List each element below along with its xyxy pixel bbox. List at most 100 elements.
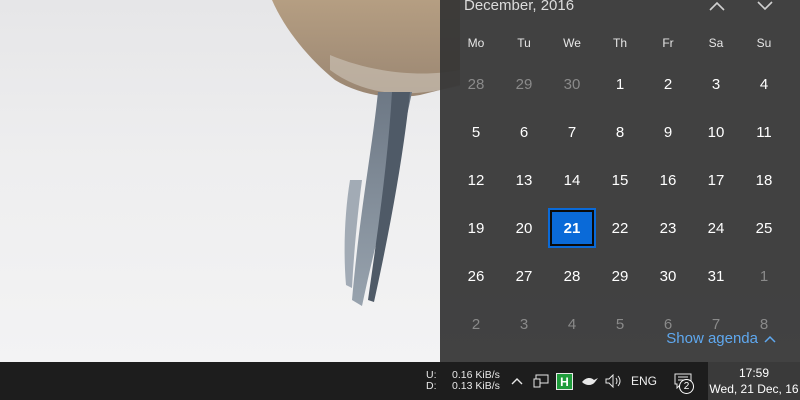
calendar-day-number: 13 xyxy=(515,171,533,189)
calendar-day-number: 4 xyxy=(567,315,577,333)
calendar-day-number: 2 xyxy=(471,315,481,333)
bird-app-icon[interactable] xyxy=(580,372,600,390)
calendar-day-number: 5 xyxy=(615,315,625,333)
calendar-day-number: 6 xyxy=(519,123,529,141)
calendar-day-number: 1 xyxy=(759,267,769,285)
calendar-day-number: 23 xyxy=(659,219,677,237)
calendar-day-number: 12 xyxy=(467,171,485,189)
calendar-day-number: 9 xyxy=(663,123,673,141)
show-agenda-link[interactable]: Show agenda xyxy=(666,330,776,347)
calendar-day-number: 10 xyxy=(707,123,725,141)
calendar-day[interactable]: 30 xyxy=(548,60,596,108)
calendar-day-number: 29 xyxy=(515,75,533,93)
weekday-label: Su xyxy=(756,36,772,50)
bird-wallpaper-image xyxy=(272,0,460,306)
weekday-header-row: Mo Tu We Th Fr Sa Su xyxy=(452,36,788,56)
calendar-day-number: 15 xyxy=(611,171,629,189)
calendar-day[interactable]: 8 xyxy=(596,108,644,156)
calendar-day[interactable]: 17 xyxy=(692,156,740,204)
calendar-day[interactable]: 6 xyxy=(500,108,548,156)
calendar-day[interactable]: 5 xyxy=(596,300,644,348)
volume-icon[interactable] xyxy=(604,372,624,390)
taskbar: U: 0.16 KiB/s D: 0.13 KiB/s H ENG 2 17:5… xyxy=(0,362,800,400)
calendar-day[interactable]: 30 xyxy=(644,252,692,300)
network-icon[interactable] xyxy=(532,372,550,390)
show-agenda-label: Show agenda xyxy=(666,330,758,347)
calendar-day[interactable]: 14 xyxy=(548,156,596,204)
calendar-day-number: 21 xyxy=(548,208,596,248)
calendar-day[interactable]: 4 xyxy=(548,300,596,348)
download-label: D: xyxy=(426,380,437,392)
calendar-day-number: 29 xyxy=(611,267,629,285)
calendar-day-number: 7 xyxy=(567,123,577,141)
calendar-day[interactable]: 5 xyxy=(452,108,500,156)
hardware-monitor-icon[interactable]: H xyxy=(556,373,573,390)
calendar-day[interactable]: 31 xyxy=(692,252,740,300)
weekday-label: Tu xyxy=(517,36,531,50)
calendar-day[interactable]: 16 xyxy=(644,156,692,204)
download-speed: 0.13 KiB/s xyxy=(452,380,500,392)
calendar-day[interactable]: 18 xyxy=(740,156,788,204)
calendar-day[interactable]: 29 xyxy=(596,252,644,300)
calendar-day-number: 11 xyxy=(756,123,772,141)
calendar-day[interactable]: 7 xyxy=(548,108,596,156)
chevron-up-icon xyxy=(709,1,725,11)
calendar-day-number: 28 xyxy=(563,267,581,285)
calendar-day-today[interactable]: 21 xyxy=(548,204,596,252)
calendar-day[interactable]: 27 xyxy=(500,252,548,300)
calendar-day[interactable]: 22 xyxy=(596,204,644,252)
calendar-day[interactable]: 13 xyxy=(500,156,548,204)
calendar-day[interactable]: 15 xyxy=(596,156,644,204)
clock-date: Wed, 21 Dec, 16 xyxy=(709,382,799,396)
calendar-flyout: December, 2016 Mo Tu We Th Fr Sa Su 28 29… xyxy=(440,0,800,362)
calendar-day-number: 22 xyxy=(611,219,629,237)
calendar-day[interactable]: 23 xyxy=(644,204,692,252)
calendar-day[interactable]: 12 xyxy=(452,156,500,204)
calendar-day-number: 31 xyxy=(707,267,725,285)
next-month-button[interactable] xyxy=(750,0,780,18)
calendar-day[interactable]: 19 xyxy=(452,204,500,252)
calendar-day-number: 8 xyxy=(615,123,625,141)
calendar-day[interactable]: 28 xyxy=(548,252,596,300)
calendar-day[interactable]: 3 xyxy=(692,60,740,108)
calendar-day-number: 16 xyxy=(659,171,677,189)
calendar-day-number: 27 xyxy=(515,267,533,285)
calendar-day[interactable]: 2 xyxy=(644,60,692,108)
calendar-day[interactable]: 4 xyxy=(740,60,788,108)
calendar-day-number: 3 xyxy=(519,315,529,333)
calendar-day-number: 30 xyxy=(659,267,677,285)
calendar-day-number: 4 xyxy=(759,75,769,93)
calendar-day[interactable]: 2 xyxy=(452,300,500,348)
calendar-day[interactable]: 26 xyxy=(452,252,500,300)
input-language-indicator[interactable]: ENG xyxy=(630,372,658,390)
calendar-day[interactable]: 28 xyxy=(452,60,500,108)
calendar-day[interactable]: 20 xyxy=(500,204,548,252)
calendar-day-number: 3 xyxy=(711,75,721,93)
calendar-day[interactable]: 24 xyxy=(692,204,740,252)
clock-time: 17:59 xyxy=(738,366,770,380)
calendar-day[interactable]: 3 xyxy=(500,300,548,348)
calendar-day-number: 1 xyxy=(615,75,625,93)
calendar-day-number: 25 xyxy=(755,219,773,237)
notification-count-badge: 2 xyxy=(679,379,694,394)
calendar-day[interactable]: 10 xyxy=(692,108,740,156)
calendar-day[interactable]: 1 xyxy=(596,60,644,108)
clock-button[interactable]: 17:59 Wed, 21 Dec, 16 xyxy=(708,362,800,400)
chevron-up-icon xyxy=(764,335,776,343)
calendar-day[interactable]: 29 xyxy=(500,60,548,108)
weekday-label: We xyxy=(563,36,581,50)
calendar-day-grid: 28 29 30 1 2 3 4 5 6 7 8 9 10 11 12 13 14 15 16 17 18 19 20 21 2… xyxy=(452,60,788,348)
calendar-day-number: 30 xyxy=(563,75,581,93)
calendar-day-number: 19 xyxy=(467,219,485,237)
calendar-day[interactable]: 1 xyxy=(740,252,788,300)
calendar-day[interactable]: 25 xyxy=(740,204,788,252)
calendar-day-number: 5 xyxy=(471,123,481,141)
weekday-label: Th xyxy=(612,36,627,50)
calendar-day[interactable]: 11 xyxy=(740,108,788,156)
calendar-day[interactable]: 9 xyxy=(644,108,692,156)
previous-month-button[interactable] xyxy=(702,0,732,18)
calendar-day-number: 18 xyxy=(755,171,773,189)
show-hidden-icons-button[interactable] xyxy=(508,372,526,390)
month-year-label[interactable]: December, 2016 xyxy=(464,0,574,19)
calendar-day-number: 20 xyxy=(515,219,533,237)
